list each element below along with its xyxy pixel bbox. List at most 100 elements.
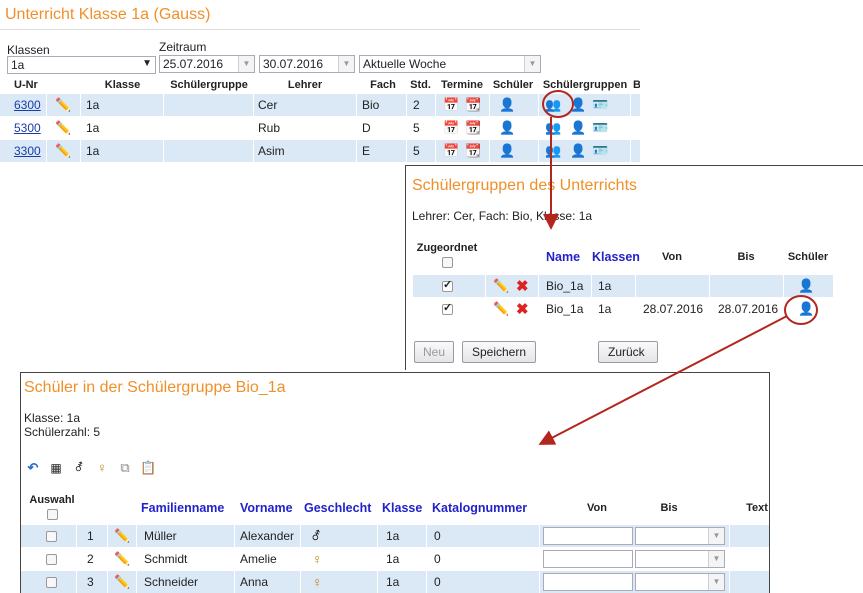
- bis-dropdown-icon[interactable]: ▼: [708, 574, 724, 590]
- range-dropdown-icon[interactable]: ▼: [524, 56, 540, 72]
- undo-icon[interactable]: ↶: [25, 460, 41, 476]
- bis-date-field[interactable]: ▼: [635, 527, 725, 545]
- calendar-multi-icon[interactable]: 📆: [465, 117, 481, 139]
- vorname-value: Anna: [240, 575, 269, 589]
- range-select[interactable]: Aktuelle Woche ▼: [359, 55, 541, 73]
- edit-pencil-icon[interactable]: ✏️: [55, 94, 71, 116]
- student-icon[interactable]: 👤: [798, 275, 814, 297]
- student-icon[interactable]: 👤: [570, 117, 586, 139]
- gender-icon[interactable]: ⚦: [71, 460, 87, 476]
- female-icon: ♀: [312, 551, 323, 567]
- gruppe-von: 28.07.2016: [643, 302, 704, 316]
- calendar-icon[interactable]: 📅: [443, 140, 459, 162]
- student-card-icon[interactable]: 🪪: [592, 140, 608, 162]
- student-icon[interactable]: 👤: [570, 140, 586, 162]
- delete-icon[interactable]: ✖: [516, 298, 529, 320]
- gruppe-name: Bio_1a: [546, 302, 584, 316]
- student-group-icon[interactable]: 👥: [545, 140, 561, 162]
- student-group-icon[interactable]: 👥: [545, 94, 561, 116]
- female-icon[interactable]: ♀: [94, 460, 110, 476]
- schuelergruppen-subtitle: Lehrer: Cer, Fach: Bio, Klasse: 1a: [412, 209, 593, 223]
- edit-pencil-icon[interactable]: ✏️: [114, 548, 130, 570]
- gruppe-bis: 28.07.2016: [718, 302, 779, 316]
- student-icon[interactable]: 👤: [499, 94, 515, 116]
- date-to-dropdown-icon[interactable]: ▼: [338, 56, 354, 72]
- bis-dropdown-icon[interactable]: ▼: [708, 551, 724, 567]
- edit-pencil-icon[interactable]: ✏️: [55, 117, 71, 139]
- speichern-button[interactable]: Speichern: [462, 341, 536, 363]
- unterricht-row: 3300 ✏️ 1a Asim E 5 📅 📆 👤 👥 👤 🪪: [0, 140, 640, 162]
- student-card-icon[interactable]: 🪪: [592, 117, 608, 139]
- auswahl-checkbox[interactable]: [46, 530, 57, 542]
- gruppe-row: ✏️ ✖ Bio_1a 1a 28.07.2016 28.07.2016 👤: [413, 298, 833, 320]
- student-group-icon[interactable]: 👥: [545, 117, 561, 139]
- unr-link[interactable]: 6300: [14, 94, 44, 116]
- col-auswahl: Auswahl: [29, 494, 75, 506]
- klasse-value: 1a: [386, 552, 400, 566]
- auswahl-checkbox[interactable]: [46, 553, 57, 565]
- col-familienname: Familienname: [141, 501, 225, 515]
- student-icon[interactable]: 👤: [499, 140, 515, 162]
- schueler-row: 3 ✏️ Schneider Anna ♀ 1a 0 ▼: [21, 571, 769, 593]
- edit-pencil-icon[interactable]: ✏️: [493, 275, 509, 297]
- zugeordnet-checkbox[interactable]: [442, 278, 453, 292]
- von-date-field[interactable]: [543, 527, 633, 545]
- col-schueler: Schüler: [492, 78, 534, 91]
- select-all-checkbox[interactable]: [442, 257, 453, 268]
- col-vorname: Vorname: [240, 501, 293, 515]
- edit-pencil-icon[interactable]: ✏️: [114, 525, 130, 547]
- gruppe-klasse: 1a: [598, 279, 612, 293]
- calendar-icon[interactable]: 📅: [443, 117, 459, 139]
- copy-icon[interactable]: ⧉: [117, 460, 133, 476]
- student-icon[interactable]: 👤: [570, 94, 586, 116]
- schueler-title: Schüler in der Schülergruppe Bio_1a: [24, 379, 286, 396]
- date-to-field[interactable]: 30.07.2016 ▼: [259, 55, 355, 73]
- student-icon[interactable]: 👤: [499, 117, 515, 139]
- katalog-value: 0: [434, 552, 441, 566]
- paste-icon[interactable]: 📋: [140, 460, 156, 476]
- unr-link[interactable]: 5300: [14, 117, 44, 139]
- calendar-multi-icon[interactable]: 📆: [465, 140, 481, 162]
- bis-date-field[interactable]: ▼: [635, 550, 725, 568]
- select-all-checkbox[interactable]: [47, 509, 58, 520]
- klassen-select[interactable]: 1a ▼: [7, 56, 156, 74]
- zugeordnet-checkbox[interactable]: [442, 301, 453, 315]
- col-unr: U-Nr: [14, 78, 38, 91]
- unterricht-title: Unterricht Klasse 1a (Gauss): [5, 6, 211, 23]
- col-schueler: Schüler: [787, 251, 829, 263]
- unterricht-row: 5300 ✏️ 1a Rub D 5 📅 📆 👤 👥 👤 🪪: [0, 117, 640, 139]
- katalog-value: 0: [434, 529, 441, 543]
- col-name: Name: [546, 250, 581, 264]
- edit-pencil-icon[interactable]: ✏️: [114, 571, 130, 593]
- unr-link[interactable]: 3300: [14, 140, 44, 162]
- edit-pencil-icon[interactable]: ✏️: [493, 298, 509, 320]
- klasse-value: 1a: [86, 121, 100, 135]
- date-from-dropdown-icon[interactable]: ▼: [238, 56, 254, 72]
- bis-date-field[interactable]: ▼: [635, 573, 725, 591]
- klassen-value: 1a: [11, 58, 25, 72]
- unterricht-panel: Unterricht Klasse 1a (Gauss) Klassen 1a …: [0, 0, 640, 165]
- edit-pencil-icon[interactable]: ✏️: [55, 140, 71, 162]
- date-to-value: 30.07.2016: [263, 57, 324, 71]
- auswahl-checkbox[interactable]: [46, 576, 57, 588]
- klasse-line: Klasse: 1a: [24, 411, 81, 425]
- col-klasse: Klasse: [382, 501, 423, 515]
- delete-icon[interactable]: ✖: [516, 275, 529, 297]
- calendar-multi-icon[interactable]: 📆: [465, 94, 481, 116]
- qr-code-icon[interactable]: ▦: [48, 460, 64, 476]
- student-icon[interactable]: 👤: [798, 298, 814, 320]
- bis-dropdown-icon[interactable]: ▼: [708, 528, 724, 544]
- gruppe-klasse: 1a: [598, 302, 612, 316]
- date-from-field[interactable]: 25.07.2016 ▼: [159, 55, 255, 73]
- von-date-field[interactable]: [543, 573, 633, 591]
- schuelergruppen-panel: Schülergruppen des Unterrichts Lehrer: C…: [405, 165, 863, 370]
- von-date-field[interactable]: [543, 550, 633, 568]
- zeitraum-label: Zeitraum: [159, 40, 207, 54]
- schueler-row: 1 ✏️ Müller Alexander ⚦ 1a 0 ▼: [21, 525, 769, 547]
- student-card-icon[interactable]: 🪪: [592, 94, 608, 116]
- unterricht-row: 6300 ✏️ 1a Cer Bio 2 📅 📆 👤 👥 👤 🪪: [0, 94, 640, 116]
- std-value: 5: [413, 144, 420, 158]
- zurueck-button[interactable]: Zurück: [598, 341, 658, 363]
- calendar-icon[interactable]: 📅: [443, 94, 459, 116]
- neu-button[interactable]: Neu: [414, 341, 454, 363]
